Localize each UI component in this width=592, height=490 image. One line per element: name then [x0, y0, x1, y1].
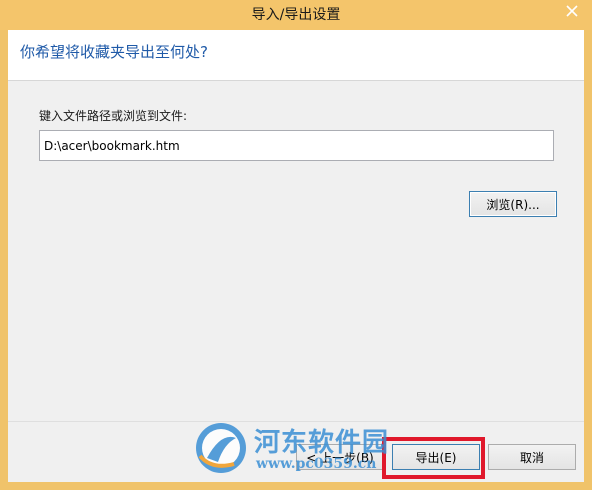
dialog-body: 键入文件路径或浏览到文件: 浏览(R)...: [8, 81, 584, 421]
close-icon: [566, 5, 578, 17]
dialog-client-area: 你希望将收藏夹导出至何处? 键入文件路径或浏览到文件: 浏览(R)... < 上…: [8, 30, 584, 482]
export-button[interactable]: 导出(E): [392, 444, 480, 470]
dialog-header: 你希望将收藏夹导出至何处?: [8, 30, 584, 80]
dialog-footer: < 上一步(B) 导出(E) 取消: [8, 422, 584, 482]
export-dialog-window: 导入/导出设置 你希望将收藏夹导出至何处? 键入文件路径或浏览到文件: 浏览(R…: [0, 0, 592, 490]
browse-button[interactable]: 浏览(R)...: [469, 191, 557, 217]
title-bar[interactable]: 导入/导出设置: [0, 0, 592, 30]
dialog-heading: 你希望将收藏夹导出至何处?: [20, 43, 208, 61]
path-field-label: 键入文件路径或浏览到文件:: [39, 109, 188, 123]
back-button[interactable]: < 上一步(B): [296, 444, 384, 470]
cancel-button[interactable]: 取消: [488, 444, 576, 470]
file-path-input[interactable]: [39, 130, 554, 161]
close-button[interactable]: [557, 0, 587, 22]
window-title: 导入/导出设置: [251, 7, 341, 23]
